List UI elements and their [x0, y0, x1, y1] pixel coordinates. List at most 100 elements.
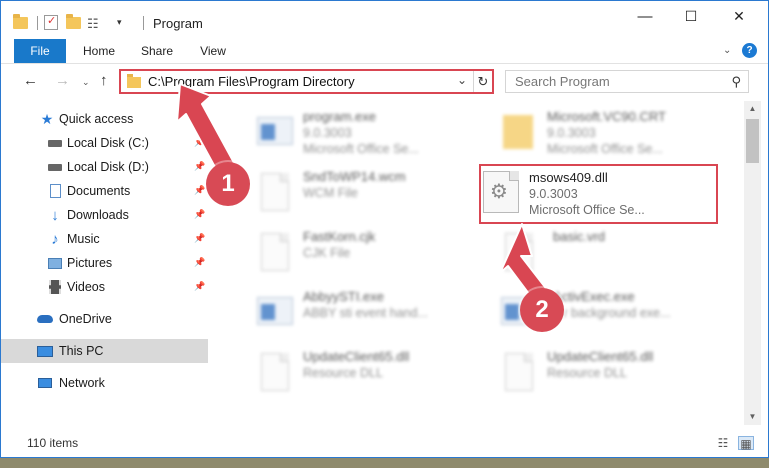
sidebar-item-label: This PC — [59, 344, 104, 358]
pin-icon[interactable]: 📌 — [194, 209, 205, 220]
file-item[interactable]: basic.vrd — [479, 225, 719, 285]
chevron-down-icon[interactable]: ▾ — [117, 17, 122, 33]
sidebar-item-label: Network — [59, 376, 105, 390]
tab-share[interactable]: Share — [133, 39, 181, 63]
pin-icon[interactable]: 📌 — [194, 233, 205, 244]
file-item[interactable]: program.exe 9.0.3003 Microsoft Office Se… — [235, 105, 475, 165]
sidebar-item-music[interactable]: ♪ Music 📌 — [1, 227, 208, 251]
expand-ribbon-icon[interactable]: ⌄ — [723, 45, 731, 56]
target-file-highlight — [479, 164, 718, 224]
sidebar-item-onedrive[interactable]: OneDrive — [1, 307, 208, 331]
sidebar-item-label: Downloads — [67, 208, 129, 222]
pin-icon[interactable]: 📌 — [194, 185, 205, 196]
divider — [37, 16, 38, 30]
sidebar-item-this-pc[interactable]: This PC — [1, 339, 208, 363]
ribbon-tabs: File Home Share View ⌄ ? — [1, 39, 768, 64]
dll-icon — [257, 351, 293, 395]
sidebar-item-local-disk-c[interactable]: Local Disk (C:) 📌 — [1, 131, 208, 155]
file-type: WCM File — [303, 186, 358, 200]
maximize-button[interactable]: ☐ — [668, 1, 714, 31]
chevron-down-icon[interactable]: ⌄ — [457, 73, 467, 87]
file-item[interactable]: ActivExec.exe ...r background exe... — [479, 285, 719, 345]
recent-locations-icon[interactable]: ⌄ — [82, 77, 90, 88]
file-name: FastKorn.cjk — [303, 229, 376, 244]
file-type: CJK File — [303, 246, 351, 260]
file-description: ABBY sti event hand... — [303, 306, 428, 320]
new-folder-icon[interactable] — [66, 14, 81, 29]
sidebar-item-label: Quick access — [59, 112, 134, 126]
folder-icon — [501, 111, 537, 155]
minimize-button[interactable]: — — [622, 1, 668, 31]
file-item[interactable]: SndToWP14.wcm WCM File — [235, 165, 475, 225]
file-item[interactable]: Microsoft.VC90.CRT 9.0.3003 Microsoft Of… — [479, 105, 719, 165]
scroll-down-arrow-icon[interactable]: ▼ — [744, 409, 761, 425]
close-button[interactable]: ✕ — [716, 1, 762, 31]
file-type: Resource DLL — [303, 366, 383, 380]
sidebar-item-quick-access[interactable]: ★ Quick access — [1, 107, 208, 131]
sidebar-item-label: Videos — [67, 280, 105, 294]
drive-icon — [47, 135, 63, 151]
file-version: 9.0.3003 — [547, 126, 596, 140]
sidebar-item-local-disk-d[interactable]: Local Disk (D:) 📌 — [1, 155, 208, 179]
back-arrow-icon[interactable]: ← — [23, 72, 38, 89]
search-placeholder: Search Program — [515, 74, 610, 89]
properties-icon[interactable]: ✓ — [44, 15, 58, 30]
sidebar-item-label: Local Disk (D:) — [67, 160, 149, 174]
sidebar-item-network[interactable]: Network — [1, 371, 208, 395]
documents-icon — [47, 183, 63, 199]
file-item[interactable]: UpdateClient65.dll Resource DLL — [479, 345, 719, 405]
file-name: program.exe — [303, 109, 376, 124]
help-icon[interactable]: ? — [742, 43, 757, 58]
forward-arrow-icon[interactable]: → — [55, 72, 70, 89]
file-item[interactable]: FastKorn.cjk CJK File — [235, 225, 475, 285]
divider — [143, 16, 144, 30]
refresh-icon[interactable]: ↻ — [473, 71, 492, 92]
sidebar-item-downloads[interactable]: ↓ Downloads 📌 — [1, 203, 208, 227]
search-icon[interactable]: ⚲ — [731, 74, 741, 90]
pictures-icon — [47, 255, 63, 271]
status-bar: 110 items ☷ ▦ — [1, 431, 768, 457]
window-title: Program — [153, 16, 203, 31]
cloud-icon — [37, 311, 53, 327]
vertical-scrollbar[interactable]: ▲ ▼ — [744, 101, 761, 425]
exe-icon — [257, 111, 293, 155]
pin-icon[interactable]: 📌 — [194, 281, 205, 292]
step-2-badge: 2 — [520, 288, 564, 332]
file-name: Microsoft.VC90.CRT — [547, 109, 666, 124]
download-icon: ↓ — [51, 206, 59, 224]
sidebar-item-label: OneDrive — [59, 312, 112, 326]
pin-icon[interactable]: 📌 — [194, 161, 205, 172]
title-bar: ✓ ☷ ▾ Program — ☐ ✕ — [1, 1, 768, 39]
sidebar-item-videos[interactable]: Videos 📌 — [1, 275, 208, 299]
sidebar-item-pictures[interactable]: Pictures 📌 — [1, 251, 208, 275]
file-item[interactable]: AbbyySTI.exe ABBY sti event hand... — [235, 285, 475, 345]
search-input[interactable]: Search Program ⚲ — [505, 70, 749, 93]
star-icon: ★ — [40, 110, 54, 127]
scroll-thumb[interactable] — [746, 119, 759, 163]
document-icon — [257, 171, 293, 215]
file-description: Microsoft Office Se... — [303, 142, 419, 156]
up-arrow-icon[interactable]: ↑ — [100, 72, 108, 89]
file-name: UpdateClient65.dll — [303, 349, 410, 364]
sidebar-item-label: Music — [67, 232, 100, 246]
network-icon — [37, 375, 53, 391]
customize-icon[interactable]: ☷ — [87, 16, 99, 32]
address-path[interactable]: C:\Program Files\Program Directory — [148, 74, 355, 89]
pin-icon[interactable]: 📌 — [194, 257, 205, 268]
file-description: ...r background exe... — [553, 306, 671, 320]
file-item[interactable]: UpdateClient65.dll Resource DLL — [235, 345, 475, 405]
large-icons-view-icon[interactable]: ▦ — [738, 436, 754, 451]
file-list: program.exe 9.0.3003 Microsoft Office Se… — [213, 101, 743, 423]
item-count: 110 items — [27, 436, 79, 450]
address-bar[interactable]: C:\Program Files\Program Directory ⌄ ↻ — [119, 69, 494, 94]
tab-home[interactable]: Home — [75, 39, 123, 63]
sidebar-item-documents[interactable]: Documents 📌 — [1, 179, 208, 203]
pin-icon[interactable]: 📌 — [194, 137, 205, 148]
tab-file[interactable]: File — [14, 39, 66, 63]
dll-icon — [501, 351, 537, 395]
document-icon — [501, 231, 537, 275]
tab-view[interactable]: View — [191, 39, 235, 63]
folder-icon — [13, 14, 28, 29]
scroll-up-arrow-icon[interactable]: ▲ — [744, 101, 761, 117]
details-view-icon[interactable]: ☷ — [715, 436, 731, 450]
